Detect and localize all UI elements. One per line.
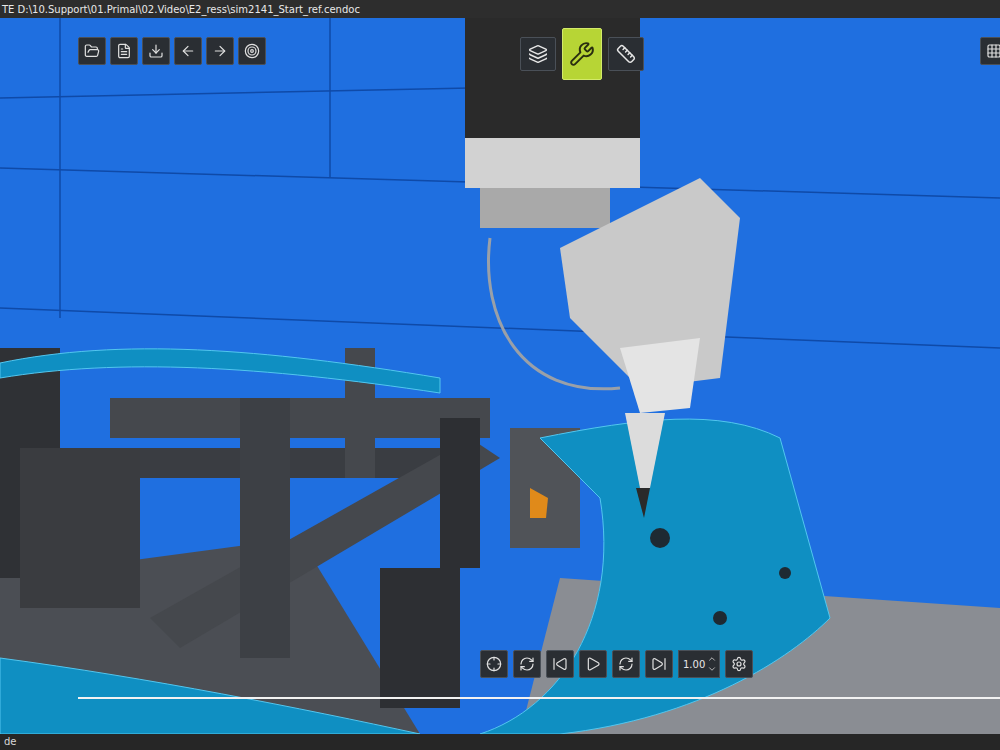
file-toolbar — [78, 37, 266, 65]
grid-icon — [986, 43, 1000, 59]
playback-button[interactable] — [546, 650, 574, 678]
save-icon — [148, 43, 164, 59]
document-icon — [116, 43, 132, 59]
layout-button[interactable] — [980, 37, 1000, 65]
target-icon — [244, 43, 260, 59]
mode-icon — [616, 44, 636, 64]
toolbar-button[interactable] — [142, 37, 170, 65]
skip-forward-icon — [651, 656, 667, 672]
mode-icon — [528, 44, 548, 64]
record-icon — [486, 656, 502, 672]
loop-icon — [618, 656, 634, 672]
playback-button[interactable] — [645, 650, 673, 678]
timeline-slider[interactable] — [78, 697, 1000, 699]
playback-button[interactable] — [513, 650, 541, 678]
app-window: TE D:\10.Support\01.Primal\02.Video\E2_r… — [0, 0, 1000, 750]
playback-button[interactable] — [612, 650, 640, 678]
settings-button[interactable] — [725, 650, 753, 678]
open-icon — [84, 43, 100, 59]
mode-toolbar — [520, 28, 644, 80]
toolbar-button[interactable] — [78, 37, 106, 65]
simulation-scene[interactable] — [0, 18, 1000, 734]
down-icon[interactable] — [707, 664, 717, 674]
toolbar-button[interactable] — [174, 37, 202, 65]
title-bar: TE D:\10.Support\01.Primal\02.Video\E2_r… — [0, 0, 1000, 18]
speed-spinner[interactable] — [707, 654, 717, 674]
mode-button[interactable] — [608, 37, 644, 71]
viewport[interactable]: 1.00 — [0, 18, 1000, 734]
mode-icon — [569, 41, 595, 67]
gear-icon — [731, 656, 747, 672]
path-icon — [519, 656, 535, 672]
playback-button[interactable] — [480, 650, 508, 678]
back-icon — [180, 43, 196, 59]
up-icon[interactable] — [707, 654, 717, 664]
skip-back-icon — [552, 656, 568, 672]
toolbar-button[interactable] — [110, 37, 138, 65]
playback-bar: 1.00 — [480, 650, 753, 678]
status-bar: de — [0, 734, 1000, 750]
toolbar-button[interactable] — [206, 37, 234, 65]
toolbar-button[interactable] — [238, 37, 266, 65]
mode-button[interactable] — [562, 28, 602, 80]
mode-button[interactable] — [520, 37, 556, 71]
speed-value: 1.00 — [683, 659, 705, 670]
forward-icon — [212, 43, 228, 59]
speed-field[interactable]: 1.00 — [678, 650, 720, 678]
playback-button[interactable] — [579, 650, 607, 678]
play-icon — [585, 656, 601, 672]
